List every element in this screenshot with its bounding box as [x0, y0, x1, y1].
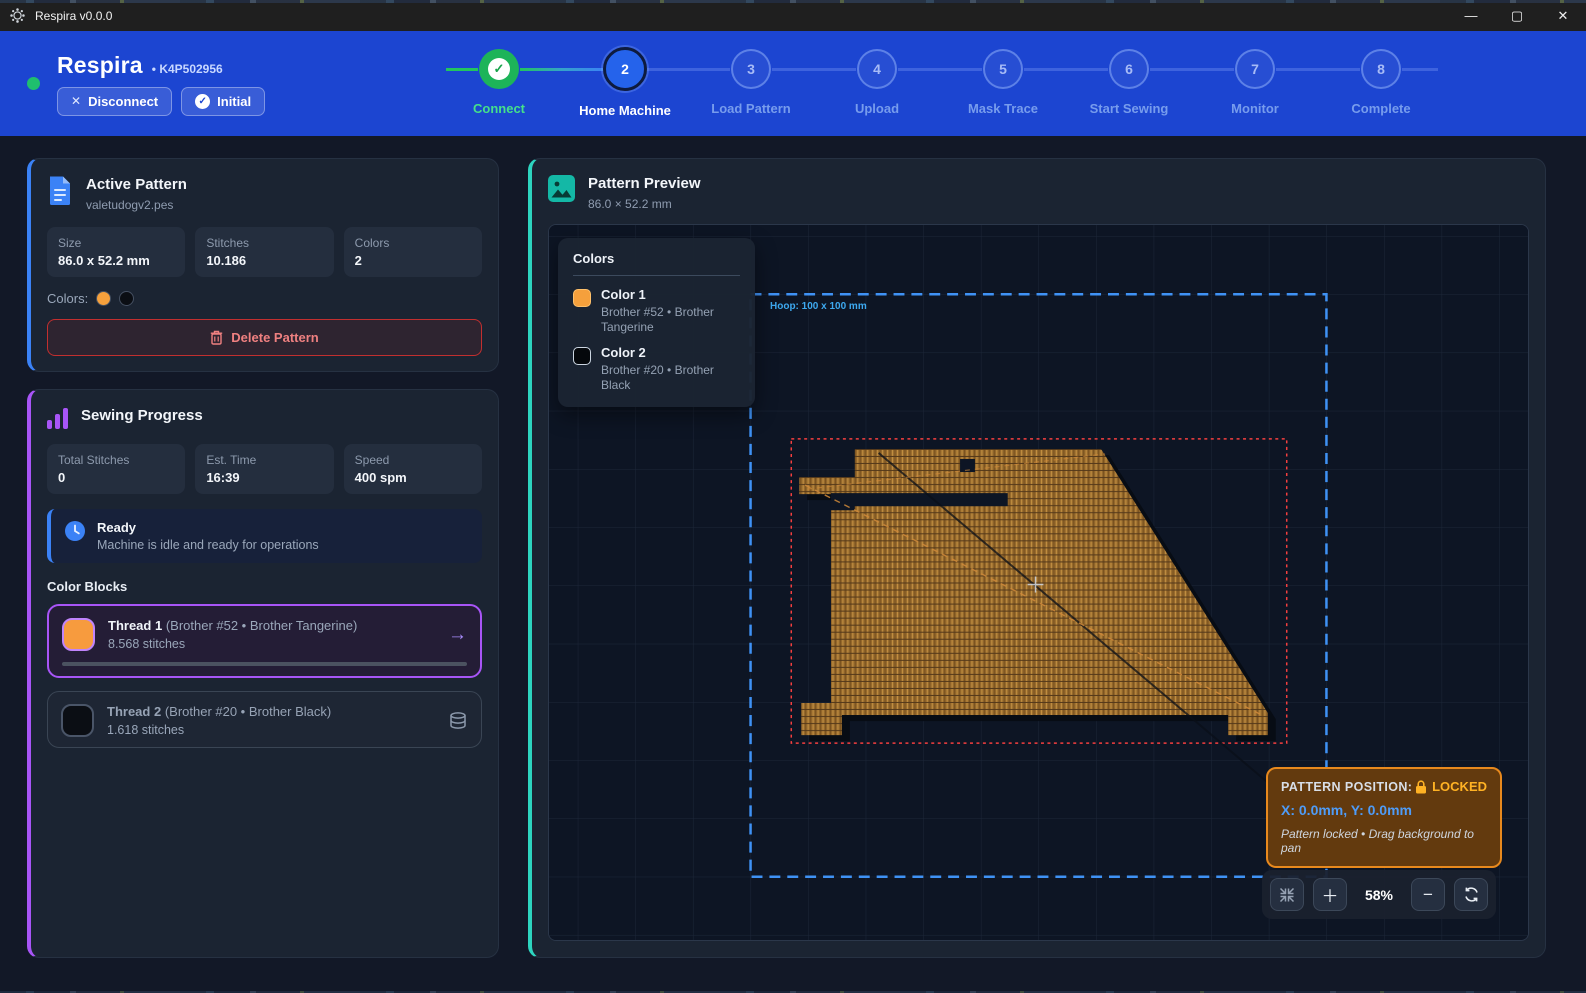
close-button[interactable]: ✕ — [1540, 0, 1586, 31]
reset-icon — [1463, 886, 1480, 903]
x-icon: ✕ — [71, 94, 81, 108]
step-connect[interactable]: ✓ Connect — [436, 49, 562, 118]
step-check-icon: ✓ — [479, 49, 519, 89]
zoom-in-button[interactable]: ＋ — [1313, 878, 1347, 911]
app-name: Respira — [57, 52, 143, 79]
card-title: Sewing Progress — [81, 407, 203, 424]
legend-swatch-2 — [573, 347, 591, 365]
zoom-controls: ＋ 58% − — [1262, 870, 1496, 919]
step-upload[interactable]: 4 Upload — [814, 49, 940, 118]
top-edge-sliver — [0, 0, 1586, 3]
status-description: Machine is idle and ready for operations — [97, 538, 319, 552]
thread-1-swatch — [62, 618, 95, 651]
initial-button[interactable]: ✓ Initial — [181, 87, 265, 116]
thread-1-progress-bar — [62, 662, 467, 666]
maximize-button[interactable]: ▢ — [1494, 0, 1540, 31]
pattern-preview-card: Pattern Preview 86.0 × 52.2 mm — [528, 158, 1546, 958]
legend-item-color-2: Color 2 Brother #20 • Brother Black — [573, 345, 740, 393]
layers-icon — [448, 711, 468, 731]
zoom-level: 58% — [1356, 887, 1402, 903]
stat-stitches: Stitches 10.186 — [195, 227, 333, 277]
trash-icon — [210, 330, 223, 345]
document-icon — [47, 176, 73, 206]
step-complete[interactable]: 8 Complete — [1318, 49, 1444, 118]
window-title: Respira v0.0.0 — [35, 9, 112, 23]
color-blocks-label: Color Blocks — [47, 579, 482, 594]
sewing-progress-card: Sewing Progress Total Stitches 0 Est. Ti… — [27, 389, 499, 958]
active-pattern-card: Active Pattern valetudogv2.pes Size 86.0… — [27, 158, 499, 372]
legend-item-color-1: Color 1 Brother #52 • Brother Tangerine — [573, 287, 740, 335]
pattern-filename: valetudogv2.pes — [86, 198, 187, 212]
machine-serial: • K4P502956 — [152, 62, 223, 76]
step-monitor[interactable]: 7 Monitor — [1192, 49, 1318, 118]
thread-2-swatch — [61, 704, 94, 737]
app-icon — [9, 7, 26, 24]
disconnect-button[interactable]: ✕ Disconnect — [57, 87, 172, 116]
thread-block-1[interactable]: Thread 1 (Brother #52 • Brother Tangerin… — [47, 604, 482, 678]
step-mask-trace[interactable]: 5 Mask Trace — [940, 49, 1066, 118]
stat-total-stitches: Total Stitches 0 — [47, 444, 185, 494]
pattern-dimensions: 86.0 × 52.2 mm — [588, 197, 701, 211]
status-title: Ready — [97, 520, 319, 535]
position-label: PATTERN POSITION: — [1281, 780, 1412, 794]
color-swatch-1 — [96, 291, 111, 306]
fit-icon — [1279, 887, 1295, 903]
color-swatch-2 — [119, 291, 134, 306]
image-icon — [548, 175, 575, 202]
zoom-out-button[interactable]: − — [1411, 878, 1445, 911]
app-header: Respira • K4P502956 ✕ Disconnect ✓ Initi… — [0, 31, 1586, 136]
position-coordinates: X: 0.0mm, Y: 0.0mm — [1281, 802, 1487, 818]
fit-to-screen-button[interactable] — [1270, 878, 1304, 911]
stat-size: Size 86.0 x 52.2 mm — [47, 227, 185, 277]
card-title: Active Pattern — [86, 176, 187, 193]
stat-speed: Speed 400 spm — [344, 444, 482, 494]
delete-pattern-button[interactable]: Delete Pattern — [47, 319, 482, 356]
machine-status-box: Ready Machine is idle and ready for oper… — [47, 509, 482, 563]
pattern-position-overlay: PATTERN POSITION: LOCKED X: 0.0mm, Y: 0.… — [1266, 767, 1502, 868]
stat-colors: Colors 2 — [344, 227, 482, 277]
workflow-stepper: ✓ Connect 2 Home Machine 3 Load Pattern … — [436, 49, 1446, 118]
app-window: Respira v0.0.0 — ▢ ✕ Respira • K4P502956… — [0, 0, 1586, 993]
connection-status-dot — [27, 77, 40, 90]
card-title: Pattern Preview — [588, 175, 701, 192]
stat-est-time: Est. Time 16:39 — [195, 444, 333, 494]
colors-legend-panel: Colors Color 1 Brother #52 • Brother Tan… — [558, 238, 755, 407]
thread-block-2[interactable]: Thread 2 (Brother #20 • Brother Black) 1… — [47, 691, 482, 748]
colors-label: Colors: — [47, 291, 88, 306]
main-content: Active Pattern valetudogv2.pes Size 86.0… — [0, 136, 1586, 993]
minimize-button[interactable]: — — [1448, 0, 1494, 31]
arrow-right-icon: → — [448, 624, 467, 646]
step-start-sewing[interactable]: 6 Start Sewing — [1066, 49, 1192, 118]
preview-canvas[interactable]: Hoop: 100 x 100 mm Colors Color 1 Brothe… — [548, 224, 1529, 941]
locked-badge: LOCKED — [1432, 779, 1487, 794]
brand-block: Respira • K4P502956 ✕ Disconnect ✓ Initi… — [57, 52, 265, 116]
window-controls: — ▢ ✕ — [1448, 0, 1586, 31]
lock-icon — [1415, 780, 1427, 794]
step-home-machine[interactable]: 2 Home Machine — [562, 49, 688, 118]
step-load-pattern[interactable]: 3 Load Pattern — [688, 49, 814, 118]
hoop-size-label: Hoop: 100 x 100 mm — [770, 301, 867, 312]
titlebar: Respira v0.0.0 — ▢ ✕ — [0, 0, 1586, 31]
clock-icon — [64, 520, 86, 542]
divider — [573, 275, 740, 276]
legend-swatch-1 — [573, 289, 591, 307]
reset-view-button[interactable] — [1454, 878, 1488, 911]
check-circle-icon: ✓ — [195, 94, 210, 109]
position-hint: Pattern locked • Drag background to pan — [1281, 827, 1487, 855]
bar-chart-icon — [47, 407, 68, 429]
legend-title: Colors — [573, 251, 740, 266]
